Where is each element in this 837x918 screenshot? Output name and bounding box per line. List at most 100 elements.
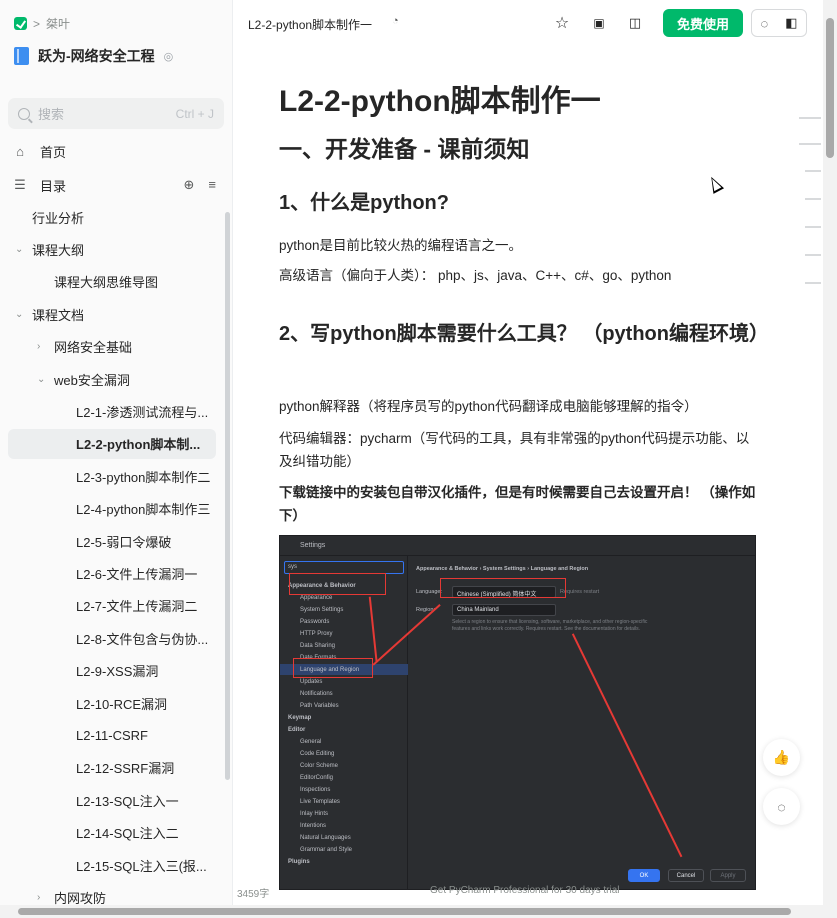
book-header[interactable]: 跃为-网络安全工程 ◎ — [14, 46, 173, 66]
vertical-scrollbar-thumb[interactable] — [826, 18, 834, 158]
settings-tree-item: Updates — [300, 679, 323, 685]
horizontal-scrollbar-thumb[interactable] — [18, 908, 791, 915]
paragraph-1: python是目前比较火热的编程语言之一。 — [279, 238, 523, 253]
tree-item[interactable]: L2-11-CSRF — [8, 720, 216, 750]
like-button[interactable]: 👍 — [763, 739, 800, 776]
paragraph-2: 高级语言（偏向于人类）： php、js、java、C++、c#、go、pytho… — [279, 268, 672, 283]
chevron-down-icon[interactable]: ⌄ — [37, 374, 45, 385]
settings-tree-item: Inlay Hints — [300, 811, 329, 817]
free-use-button[interactable]: 免费使用 — [663, 9, 743, 37]
tree-item[interactable]: ⌄ 课程大纲 — [8, 234, 216, 264]
outline-mark[interactable] — [799, 117, 821, 119]
image-caption: Get PyCharm Professional for 30 days tri… — [430, 885, 620, 896]
tree-item[interactable]: › 网络安全基础 — [8, 332, 216, 362]
doc-tab-title[interactable]: L2-2-python脚本制作一 — [248, 16, 372, 33]
tree-item-label: 课程大纲思维导图 — [54, 275, 159, 291]
comment-button[interactable]: ◌ — [763, 788, 800, 825]
paragraph-3: python解释器（将程序员写的python代码翻译成电脑能够理解的指令） — [279, 399, 698, 414]
tree-item-label: 课程大纲 — [32, 242, 85, 258]
app-window: > 桀叶 跃为-网络安全工程 ◎ 搜索 Ctrl + J ⌂ 首页 ☰ 目录 ⊕… — [0, 0, 837, 918]
tree-item[interactable]: ⌄ 课程文档 — [8, 299, 216, 329]
outline-mark[interactable] — [805, 282, 821, 284]
settings-tree-item: EditorConfig — [300, 775, 334, 781]
present-icon[interactable]: ◫ — [624, 12, 646, 34]
badge-icon[interactable]: ▣ — [588, 12, 610, 34]
collapse-icon[interactable]: ≡ — [208, 177, 216, 193]
tree-item-label: L2-15-SQL注入三(报... — [76, 858, 207, 874]
tree-item-label: L2-6-文件上传漏洞一 — [76, 566, 198, 582]
search-shortcut: Ctrl + J — [175, 106, 214, 121]
sidebar-scrollbar[interactable] — [225, 212, 230, 780]
settings-tree-item: Natural Languages — [300, 835, 351, 841]
tree-item[interactable]: L2-3-python脚本制作二 — [8, 461, 216, 491]
doc-header: L2-2-python脚本制作一 ◔ ☆ ▣ ◫ 免费使用 ◌ ◧ — [233, 0, 823, 46]
star-icon[interactable]: ☆ — [551, 12, 573, 34]
outline-mark[interactable] — [805, 170, 821, 172]
region-hint: Select a region to ensure that licensing… — [452, 619, 648, 632]
tree-item[interactable]: 行业分析 — [8, 202, 216, 232]
tree-item[interactable]: L2-13-SQL注入一 — [8, 785, 216, 815]
chevron-right-icon[interactable]: › — [37, 892, 40, 903]
pycharm-settings-image[interactable]: Settings Appearance & Behavior Appearance… — [279, 535, 756, 890]
tree-item[interactable]: 课程大纲思维导图 — [8, 267, 216, 297]
tree-item[interactable]: L2-5-弱口令爆破 — [8, 526, 216, 556]
settings-window-title: Settings — [280, 536, 755, 556]
tree-item[interactable]: L2-4-python脚本制作三 — [8, 494, 216, 524]
tree-item[interactable]: L2-14-SQL注入二 — [8, 818, 216, 848]
tree-item-label: 网络安全基础 — [54, 340, 133, 356]
language-label: Language: — [416, 589, 442, 595]
breadcrumb-label[interactable]: 桀叶 — [46, 15, 70, 32]
tree-item[interactable]: L2-8-文件包含与伪协... — [8, 623, 216, 653]
tree-item-label: L2-8-文件包含与伪协... — [76, 631, 209, 647]
comment-icon[interactable]: ◌ — [760, 16, 768, 31]
tree-item-label: 行业分析 — [32, 210, 85, 226]
tree-item-label: L2-11-CSRF — [76, 727, 149, 743]
search-input[interactable]: 搜索 Ctrl + J — [8, 98, 224, 129]
chevron-down-icon[interactable]: ⌄ — [15, 244, 23, 255]
outline-mark[interactable] — [805, 254, 821, 256]
nav-home[interactable]: ⌂ 首页 — [0, 137, 232, 165]
tree-item-label: L2-2-python脚本制... — [76, 437, 201, 453]
search-placeholder: 搜索 — [38, 107, 65, 122]
settings-tree-item: Plugins — [288, 859, 310, 865]
paragraph-4: 代码编辑器：pycharm（写代码的工具，具有非常强的python代码提示功能、… — [279, 431, 750, 469]
heading-what-is-python: 1、什么是python? — [279, 192, 449, 214]
settings-tree-item: Passwords — [300, 619, 330, 625]
tree-item[interactable]: L2-7-文件上传漏洞二 — [8, 591, 216, 621]
doc-title: L2-2-python脚本制作一 — [279, 85, 601, 118]
tree-item-label: 课程文档 — [32, 307, 85, 323]
chevron-down-icon[interactable]: ⌄ — [15, 309, 23, 320]
book-title[interactable]: 跃为-网络安全工程 — [38, 46, 155, 66]
outline-mark[interactable] — [799, 143, 821, 145]
tree-item[interactable]: L2-9-XSS漏洞 — [8, 656, 216, 686]
nav-toc[interactable]: ☰ 目录 ⊕ ≡ — [0, 171, 232, 199]
outline-mark[interactable] — [805, 226, 821, 228]
apply-button: Apply — [710, 869, 746, 882]
tree-item[interactable]: L2-1-渗透测试流程与... — [8, 396, 216, 426]
locate-icon[interactable]: ⊕ — [184, 177, 195, 193]
breadcrumb[interactable]: > 桀叶 — [14, 15, 70, 32]
tree-item[interactable]: L2-2-python脚本制... — [8, 428, 216, 459]
tree-item-label: L2-9-XSS漏洞 — [76, 664, 159, 680]
tree-item-label: L2-5-弱口令爆破 — [76, 534, 172, 550]
annotation-box-appearance — [289, 573, 386, 595]
settings-tree-item: Editor — [288, 727, 306, 733]
panel-icon[interactable]: ◧ — [785, 15, 797, 31]
settings-tree-item: Inspections — [300, 787, 331, 793]
tree-item[interactable]: ⌄ web安全漏洞 — [8, 364, 216, 394]
nav-toc-label: 目录 — [40, 178, 67, 194]
tree-item-label: L2-3-python脚本制作二 — [76, 469, 211, 485]
header-toggle-group: ◌ ◧ — [751, 9, 807, 37]
settings-icon[interactable]: ◎ — [164, 50, 174, 63]
settings-tree-item: Data Sharing — [300, 643, 336, 649]
tree-item[interactable]: L2-10-RCE漏洞 — [8, 688, 216, 718]
chevron-right-icon[interactable]: › — [37, 341, 40, 352]
tree-item-label: L2-14-SQL注入二 — [76, 826, 179, 842]
tree-item[interactable]: L2-12-SSRF漏洞 — [8, 753, 216, 783]
outline-mark[interactable] — [805, 198, 821, 200]
settings-tree-item: Code Editing — [300, 751, 335, 757]
tree-item[interactable]: L2-15-SQL注入三(报... — [8, 850, 216, 880]
tree-item-label: L2-12-SSRF漏洞 — [76, 761, 175, 777]
settings-tree-item: Color Scheme — [300, 763, 339, 769]
tree-item[interactable]: L2-6-文件上传漏洞一 — [8, 558, 216, 588]
